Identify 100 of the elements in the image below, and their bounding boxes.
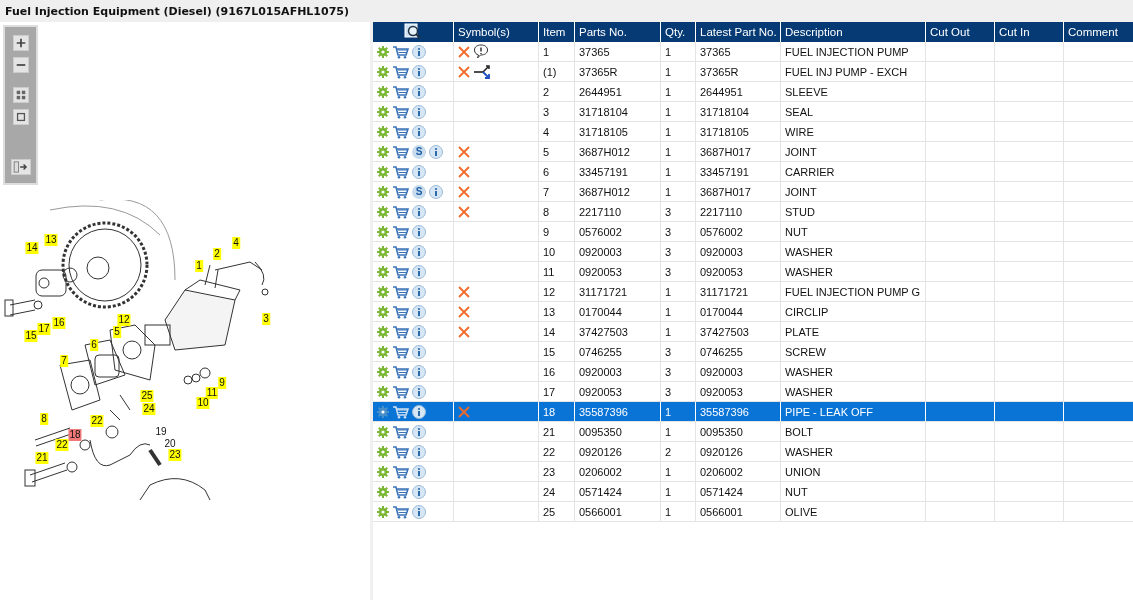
cut-out-header[interactable]: Cut Out	[925, 22, 995, 42]
fit-view-button[interactable]	[12, 87, 29, 103]
cart-icon[interactable]	[392, 464, 409, 479]
part-row[interactable]: 9 0576002 3 0576002 NUT	[373, 221, 1133, 242]
info-icon[interactable]	[412, 244, 426, 259]
description-header[interactable]: Description	[780, 22, 926, 42]
latest-part-header[interactable]: Latest Part No.	[695, 22, 781, 42]
info-icon[interactable]	[412, 384, 426, 399]
cart-icon[interactable]	[392, 124, 409, 139]
gear-icon[interactable]	[377, 485, 389, 498]
gear-icon[interactable]	[377, 105, 389, 118]
cart-icon[interactable]	[392, 344, 409, 359]
gear-icon[interactable]	[377, 185, 389, 198]
gear-icon[interactable]	[377, 425, 389, 438]
info-icon[interactable]	[412, 104, 426, 119]
info-icon[interactable]	[412, 224, 426, 239]
info-icon[interactable]	[412, 364, 426, 379]
cart-icon[interactable]	[392, 64, 409, 79]
info-icon[interactable]	[412, 444, 426, 459]
callout-label[interactable]: 16	[52, 317, 66, 329]
gear-icon[interactable]	[377, 445, 389, 458]
gear-icon[interactable]	[377, 405, 389, 418]
cart-icon[interactable]	[392, 424, 409, 439]
part-row[interactable]: 1 37365 1 37365 FUEL INJECTION PUMP	[373, 42, 1133, 62]
callout-label[interactable]: 1	[195, 260, 203, 272]
gear-icon[interactable]	[377, 65, 389, 78]
part-row[interactable]: 23 0206002 1 0206002 UNION	[373, 461, 1133, 482]
callout-label[interactable]: 25	[140, 390, 154, 402]
cart-icon[interactable]	[392, 244, 409, 259]
cart-icon[interactable]	[392, 484, 409, 499]
part-row[interactable]: S 5 3687H012 1 3687H017 JOINT	[373, 141, 1133, 162]
info-icon[interactable]	[412, 204, 426, 219]
part-row[interactable]: 16 0920003 3 0920003 WASHER	[373, 361, 1133, 382]
part-row[interactable]: S 7 3687H012 1 3687H017 JOINT	[373, 181, 1133, 202]
info-icon[interactable]	[412, 64, 426, 79]
cart-icon[interactable]	[392, 444, 409, 459]
info-icon[interactable]	[412, 504, 426, 519]
zoom-out-button[interactable]	[12, 57, 29, 73]
qty-header[interactable]: Qty.	[660, 22, 696, 42]
part-row[interactable]: 17 0920053 3 0920053 WASHER	[373, 381, 1133, 402]
info-icon[interactable]	[412, 164, 426, 179]
item-header[interactable]: Item	[538, 22, 575, 42]
part-row[interactable]: 21 0095350 1 0095350 BOLT	[373, 421, 1133, 442]
info-icon[interactable]	[412, 284, 426, 299]
part-row[interactable]: 22 0920126 2 0920126 WASHER	[373, 441, 1133, 462]
callout-label[interactable]: 6	[90, 339, 98, 351]
cart-icon[interactable]	[392, 204, 409, 219]
part-row[interactable]: 8 2217110 3 2217110 STUD	[373, 201, 1133, 222]
info-icon[interactable]	[412, 344, 426, 359]
parts-no-header[interactable]: Parts No.	[574, 22, 661, 42]
gear-icon[interactable]	[377, 145, 389, 158]
gear-icon[interactable]	[377, 205, 389, 218]
cart-icon[interactable]	[392, 304, 409, 319]
callout-label[interactable]: 12	[117, 314, 131, 326]
info-icon[interactable]	[412, 324, 426, 339]
part-row[interactable]: 25 0566001 1 0566001 OLIVE	[373, 501, 1133, 522]
s-badge[interactable]: S	[412, 144, 426, 159]
gear-icon[interactable]	[377, 285, 389, 298]
info-icon[interactable]	[412, 44, 426, 59]
callout-label[interactable]: 10	[196, 397, 210, 409]
part-row[interactable]: 3 31718104 1 31718104 SEAL	[373, 101, 1133, 122]
panel-toggle-button[interactable]	[10, 159, 31, 175]
part-row[interactable]: 10 0920003 3 0920003 WASHER	[373, 241, 1133, 262]
info-icon[interactable]	[412, 124, 426, 139]
part-row[interactable]: 6 33457191 1 33457191 CARRIER	[373, 161, 1133, 182]
cart-icon[interactable]	[392, 164, 409, 179]
part-row[interactable]: 15 0746255 3 0746255 SCREW	[373, 341, 1133, 362]
s-badge[interactable]: S	[412, 184, 426, 199]
cart-icon[interactable]	[392, 504, 409, 519]
gear-icon[interactable]	[377, 305, 389, 318]
callout-label[interactable]: 21	[35, 452, 49, 464]
actual-size-button[interactable]	[12, 109, 29, 125]
cart-icon[interactable]	[392, 284, 409, 299]
cart-icon[interactable]	[392, 404, 409, 419]
callout-label[interactable]: 15	[24, 330, 38, 342]
callout-label[interactable]: 22	[90, 415, 104, 427]
callout-label[interactable]: 8	[40, 413, 48, 425]
callout-label[interactable]: 20	[163, 438, 177, 450]
gear-icon[interactable]	[377, 245, 389, 258]
callout-label[interactable]: 24	[142, 403, 156, 415]
part-row[interactable]: 24 0571424 1 0571424 NUT	[373, 481, 1133, 502]
callout-label[interactable]: 14	[25, 242, 39, 254]
callout-label[interactable]: 5	[113, 326, 121, 338]
cut-in-header[interactable]: Cut In	[994, 22, 1064, 42]
info-icon[interactable]	[429, 184, 443, 199]
info-icon[interactable]	[412, 264, 426, 279]
info-icon[interactable]	[429, 144, 443, 159]
callout-label[interactable]: 2	[213, 248, 221, 260]
gear-icon[interactable]	[377, 85, 389, 98]
gear-icon[interactable]	[377, 365, 389, 378]
info-icon[interactable]	[412, 404, 426, 419]
gear-icon[interactable]	[377, 385, 389, 398]
zoom-in-button[interactable]	[12, 35, 29, 51]
info-icon[interactable]	[412, 464, 426, 479]
info-icon[interactable]	[412, 84, 426, 99]
callout-label[interactable]: 13	[44, 234, 58, 246]
cart-icon[interactable]	[392, 84, 409, 99]
part-row[interactable]: 4 31718105 1 31718105 WIRE	[373, 121, 1133, 142]
callout-label[interactable]: 22	[55, 439, 69, 451]
gear-icon[interactable]	[377, 345, 389, 358]
